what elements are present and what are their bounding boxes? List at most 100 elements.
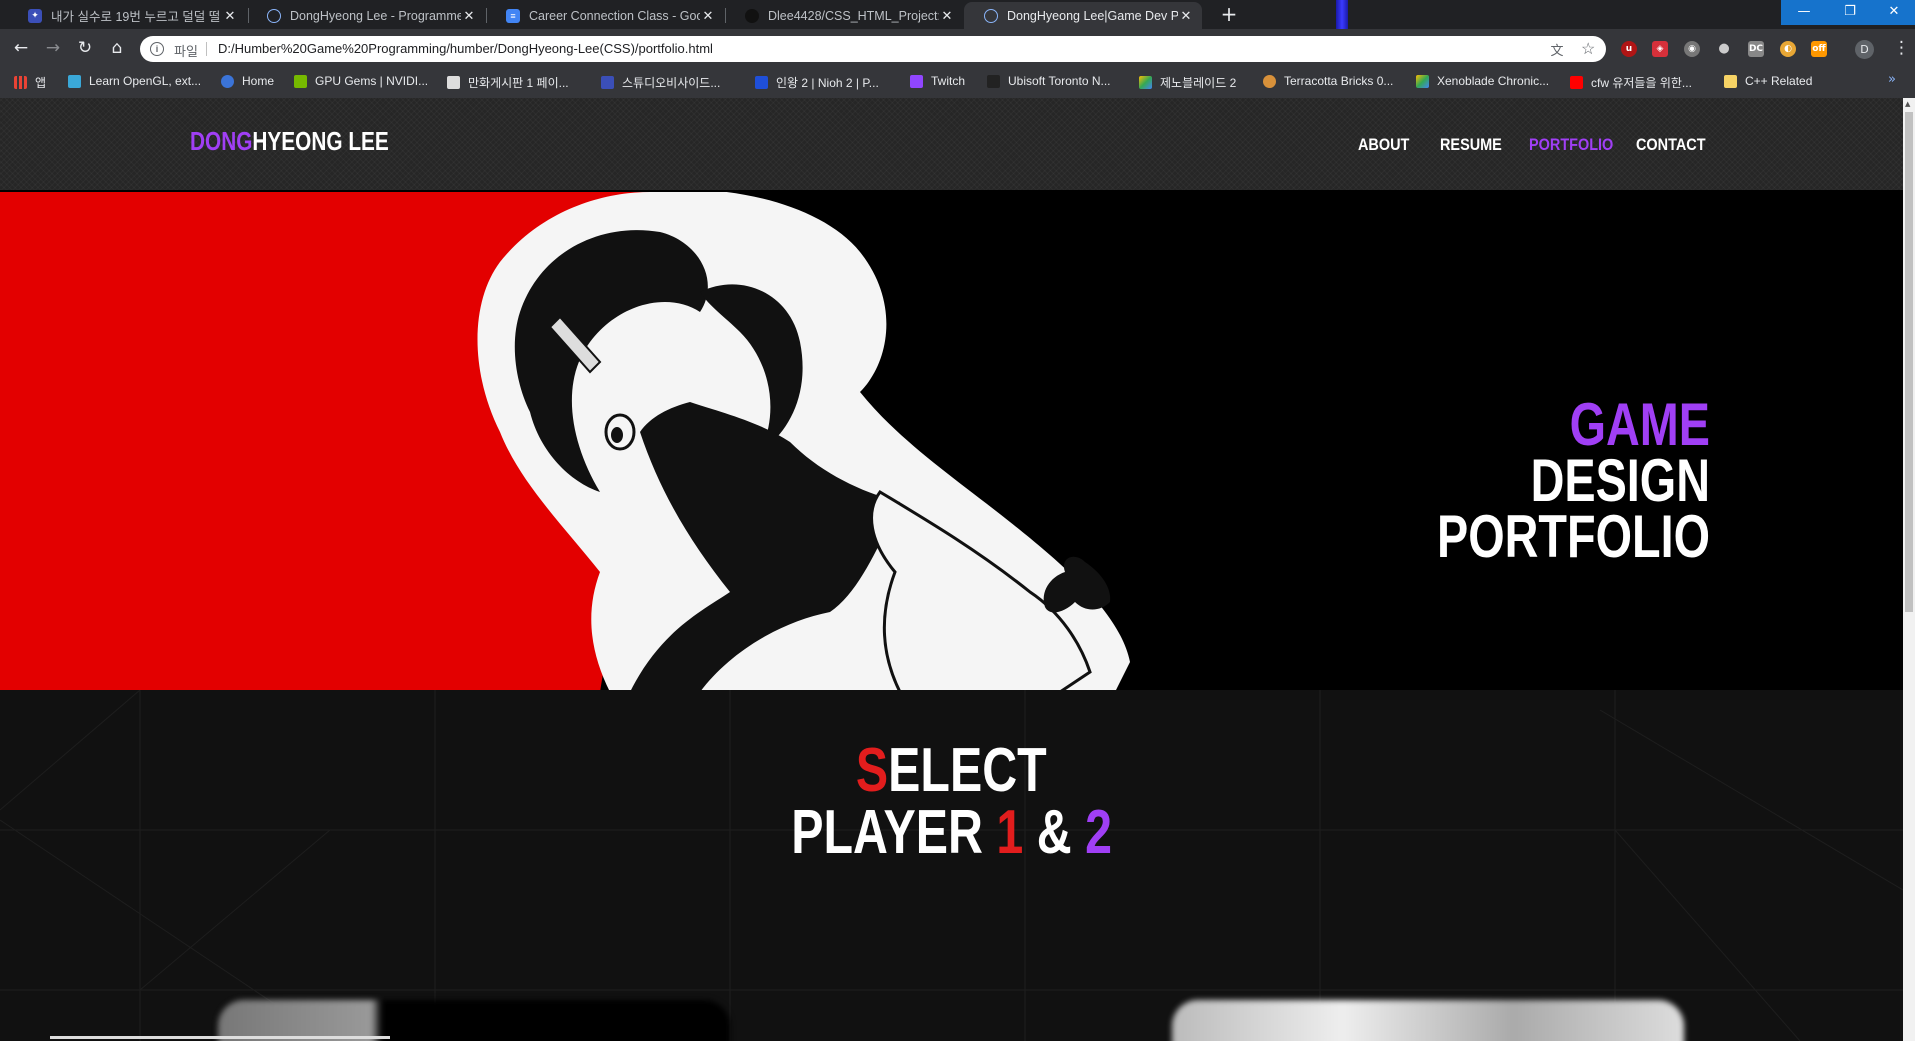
globe-icon <box>221 74 234 88</box>
nav-portfolio[interactable]: PORTFOLIO <box>1529 135 1613 155</box>
forward-icon[interactable]: → <box>43 38 63 58</box>
tab-title: 내가 실수로 19번 누르고 덜덜 떨 <box>51 10 221 24</box>
nav-resume[interactable]: RESUME <box>1440 135 1502 155</box>
wallpaper-strip <box>1336 0 1348 29</box>
close-icon[interactable]: ✕ <box>461 8 477 24</box>
tab-title: Dlee4428/CSS_HTML_Project: C <box>768 8 939 23</box>
bookmark-label: 인왕 2 | Nioh 2 | P... <box>776 76 879 90</box>
restore-button[interactable]: ❐ <box>1827 0 1873 25</box>
tab-3[interactable]: ≡ Career Connection Class - Goog ✕ <box>486 2 724 29</box>
bookmark-ubisoft[interactable]: Ubisoft Toronto N... <box>987 74 1111 88</box>
bookmark-star-icon[interactable]: ☆ <box>1581 39 1595 59</box>
menu-icon[interactable]: ⋮ <box>1893 38 1910 58</box>
progress-line <box>50 1036 390 1039</box>
bookmark-nioh2[interactable]: 인왕 2 | Nioh 2 | P... <box>755 74 879 91</box>
close-icon[interactable]: ✕ <box>1178 8 1194 24</box>
nav-contact[interactable]: CONTACT <box>1636 135 1706 155</box>
bookmark-studio-bside[interactable]: 스튜디오비사이드... <box>601 74 720 91</box>
extension-icon[interactable]: DC <box>1748 41 1764 57</box>
playstation-icon <box>755 76 768 89</box>
tab-title: DongHyeong Lee - Programmer <box>290 8 461 23</box>
bookmark-cfw[interactable]: cfw 유저들을 위한... <box>1570 74 1692 91</box>
bookmark-manhwa-board[interactable]: 만화게시판 1 페이... <box>447 74 569 91</box>
profile-avatar[interactable]: D <box>1855 40 1874 59</box>
tab-1[interactable]: ✦ 내가 실수로 19번 누르고 덜덜 떨 ✕ <box>8 2 246 29</box>
extension-icon[interactable]: ◐ <box>1780 41 1796 57</box>
bookmark-home[interactable]: Home <box>221 74 274 88</box>
reload-icon[interactable]: ↻ <box>75 38 95 58</box>
minimize-button[interactable]: — <box>1781 0 1827 25</box>
back-icon[interactable]: ← <box>11 38 31 58</box>
address-bar[interactable]: i 파일 D:/Humber%20Game%20Programming/humb… <box>140 36 1606 62</box>
bookmark-label: GPU Gems | NVIDI... <box>315 74 429 88</box>
drop-icon[interactable]: ● <box>1716 41 1732 57</box>
tab-4[interactable]: Dlee4428/CSS_HTML_Project: C ✕ <box>725 2 963 29</box>
new-tab-button[interactable]: + <box>1216 2 1242 28</box>
bookmark-xenoblade2[interactable]: 제노블레이드 2 <box>1139 74 1236 91</box>
ampersand: & <box>1023 798 1085 867</box>
site-header: DONGHYEONG LEE ABOUT RESUME PORTFOLIO CO… <box>0 98 1903 190</box>
close-icon[interactable]: ✕ <box>700 8 716 24</box>
bookmark-cpp-related[interactable]: C++ Related <box>1724 74 1812 88</box>
select-line: SELECT <box>856 740 1047 802</box>
bookmark-label: Terracotta Bricks 0... <box>1284 74 1394 88</box>
globe-icon <box>984 8 998 23</box>
close-window-button[interactable]: ✕ <box>1873 0 1915 25</box>
home-icon[interactable]: ⌂ <box>107 38 127 58</box>
github-icon <box>745 8 759 23</box>
bookmark-label: 만화게시판 1 페이... <box>468 76 569 90</box>
player-1-card[interactable] <box>218 1000 730 1041</box>
extension-icon[interactable]: ◈ <box>1652 41 1668 57</box>
player-label: PLAYER <box>791 798 997 867</box>
tab-5-active[interactable]: DongHyeong Lee|Game Dev Po ✕ <box>964 2 1202 29</box>
hero-title-line2: PORTFOLIO <box>1437 503 1710 570</box>
globe-icon <box>267 8 281 23</box>
bookmark-gpu-gems[interactable]: GPU Gems | NVIDI... <box>294 74 428 88</box>
select-player-heading: SELECT PLAYER 1 & 2 <box>0 740 1903 864</box>
opengl-icon <box>68 74 81 88</box>
tab-title: DongHyeong Lee|Game Dev Po <box>1007 8 1178 23</box>
bookmark-label: Twitch <box>931 74 966 88</box>
close-icon[interactable]: ✕ <box>222 8 238 24</box>
tab-strip: ✦ 내가 실수로 19번 누르고 덜덜 떨 ✕ DongHyeong Lee -… <box>0 0 1915 29</box>
youtube-icon <box>1570 76 1583 89</box>
ublock-icon[interactable]: u <box>1621 41 1637 57</box>
bookmark-twitch[interactable]: Twitch <box>910 74 965 88</box>
bookmark-label: cfw 유저들을 위한... <box>1591 76 1692 90</box>
bookmark-label: Xenoblade Chronic... <box>1437 74 1550 88</box>
bookmark-learn-opengl[interactable]: Learn OpenGL, ext... <box>68 74 201 88</box>
hero-title: GAME DESIGN PORTFOLIO <box>1406 395 1710 570</box>
url-text[interactable]: D:/Humber%20Game%20Programming/humber/Do… <box>218 41 713 56</box>
translate-icon[interactable]: 文 <box>1549 40 1565 58</box>
site-icon: ✦ <box>28 8 42 23</box>
studio-icon <box>601 76 614 89</box>
nvidia-icon <box>294 74 307 88</box>
close-icon[interactable]: ✕ <box>939 8 955 24</box>
texture-icon <box>1263 74 1276 88</box>
ubisoft-icon <box>987 74 1000 88</box>
honey-icon[interactable]: off <box>1811 41 1827 57</box>
folder-icon <box>1724 74 1737 88</box>
tab-2[interactable]: DongHyeong Lee - Programmer ✕ <box>247 2 485 29</box>
player-two-number: 2 <box>1084 798 1112 867</box>
extension-icon[interactable]: ◉ <box>1684 41 1700 57</box>
scroll-up-arrow-icon[interactable]: ▲ <box>1905 100 1910 108</box>
page-scrollbar[interactable]: ▲ <box>1903 98 1915 1041</box>
player-line: PLAYER 1 & 2 <box>791 802 1112 864</box>
hero-title-line1: GAME DESIGN <box>1406 395 1710 511</box>
player-2-card[interactable] <box>1172 1000 1684 1041</box>
more-bookmarks-button[interactable]: » <box>1888 72 1896 87</box>
bookmark-label: 스튜디오비사이드... <box>622 76 721 90</box>
bookmark-label: 앱 <box>35 76 47 90</box>
site-logo[interactable]: DONGHYEONG LEE <box>190 126 389 157</box>
bookmark-terracotta[interactable]: Terracotta Bricks 0... <box>1263 74 1393 88</box>
bookmark-xenoblade-chronicles[interactable]: Xenoblade Chronic... <box>1416 74 1549 88</box>
nav-about[interactable]: ABOUT <box>1358 135 1409 155</box>
info-icon[interactable]: i <box>150 42 164 56</box>
player-one-number: 1 <box>996 798 1024 867</box>
scroll-thumb[interactable] <box>1905 112 1913 612</box>
tab-title: Career Connection Class - Goog <box>529 8 700 23</box>
bookmark-apps[interactable]: 앱 <box>14 74 46 91</box>
drive-icon <box>1139 76 1152 89</box>
select-s-red: S <box>856 736 889 805</box>
